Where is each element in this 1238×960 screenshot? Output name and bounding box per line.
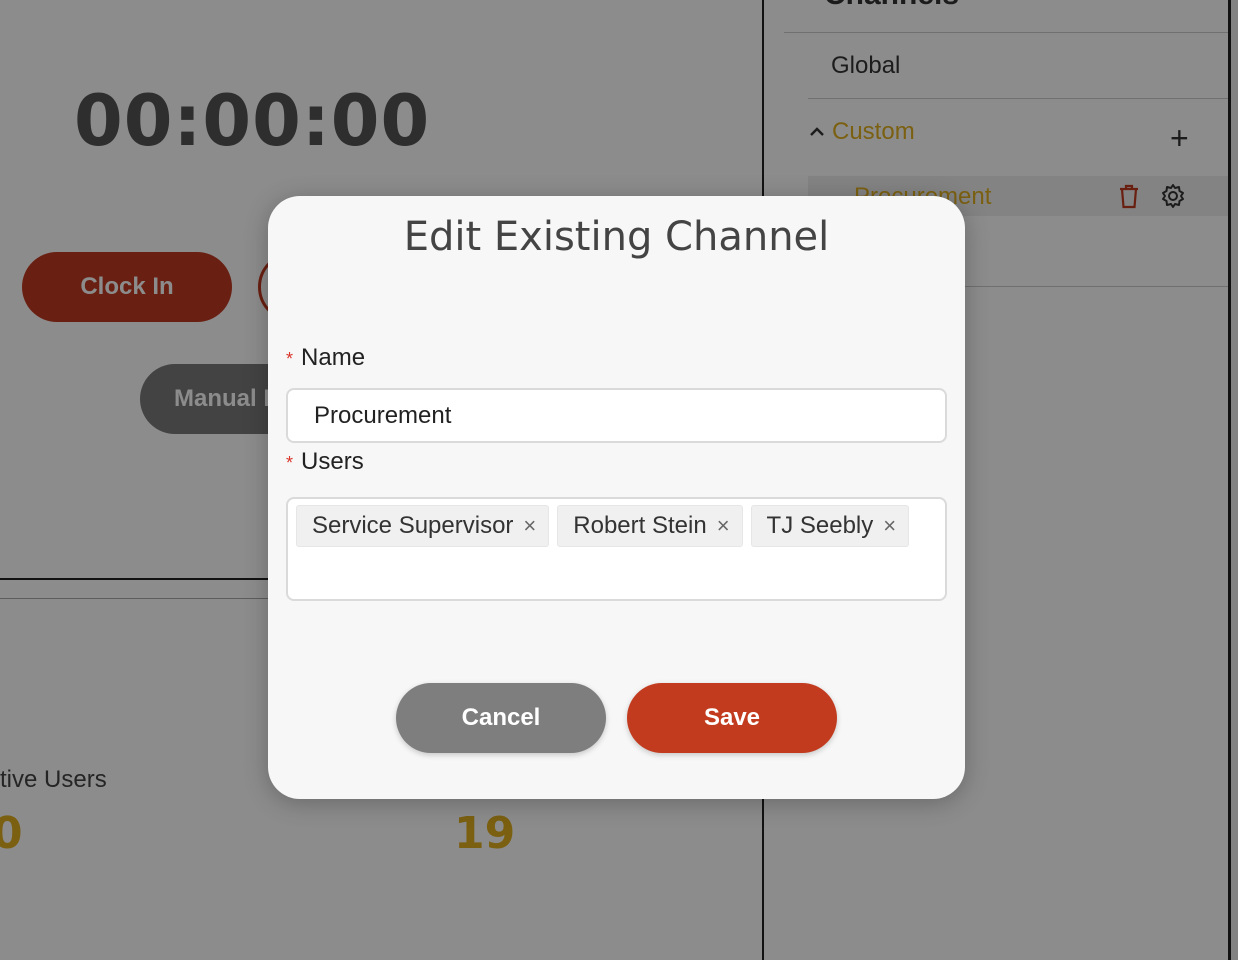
edit-channel-dialog: Edit Existing Channel * Name * Users Ser…	[268, 196, 965, 799]
user-tag: Service Supervisor ×	[296, 505, 550, 547]
channel-name-input[interactable]	[286, 388, 947, 443]
name-field-label: * Name	[286, 344, 365, 372]
close-icon[interactable]: ×	[883, 515, 896, 537]
user-tag-label: Service Supervisor	[312, 512, 514, 539]
required-mark: *	[286, 349, 294, 369]
user-tag-label: TJ Seebly	[766, 512, 874, 539]
user-tag-label: Robert Stein	[573, 512, 707, 539]
cancel-button[interactable]: Cancel	[396, 683, 606, 753]
save-button[interactable]: Save	[627, 683, 837, 753]
name-label-text: Name	[301, 344, 366, 371]
close-icon[interactable]: ×	[523, 515, 536, 537]
user-tag: Robert Stein ×	[557, 505, 743, 547]
users-field-label: * Users	[286, 448, 364, 476]
users-multiselect[interactable]: Service Supervisor × Robert Stein × TJ S…	[286, 497, 947, 601]
dialog-title: Edit Existing Channel	[403, 214, 830, 260]
user-tag: TJ Seebly ×	[750, 505, 910, 547]
users-label-text: Users	[301, 448, 364, 475]
close-icon[interactable]: ×	[717, 515, 730, 537]
required-mark: *	[286, 453, 294, 473]
